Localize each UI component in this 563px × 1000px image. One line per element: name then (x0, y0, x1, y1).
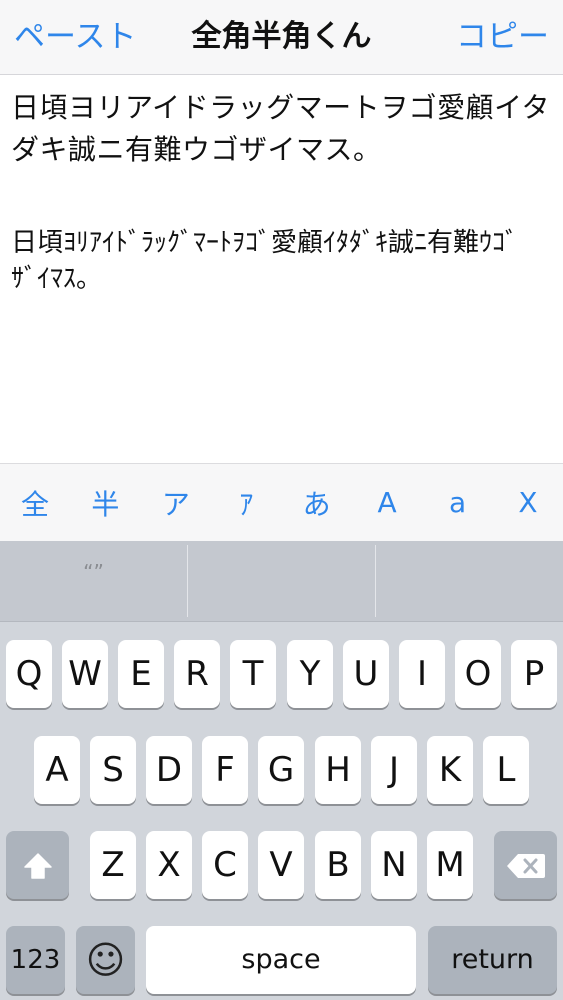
convert-fullwidth-button[interactable]: 全 (10, 483, 60, 523)
key-w[interactable]: W (62, 640, 108, 708)
text-editor[interactable]: 日頃ヨリアイドラッグマートヲゴ愛顧イタダキ誠ニ有難ウゴザイマス。 日頃ﾖﾘｱｲﾄ… (0, 75, 563, 463)
key-n[interactable]: N (371, 831, 417, 899)
copy-button[interactable]: コピー (456, 0, 549, 74)
convert-halfwidth-katakana-button[interactable]: ｱ (221, 483, 271, 523)
keyboard: “” Q W E R T Y U I O P A S D F G H J K L (0, 541, 563, 1000)
key-a[interactable]: A (34, 736, 80, 804)
key-v[interactable]: V (258, 831, 304, 899)
convert-hiragana-button[interactable]: あ (292, 483, 342, 523)
emoji-key[interactable]: ☺ (76, 926, 135, 994)
return-key[interactable]: return (428, 926, 557, 994)
key-i[interactable]: I (399, 640, 445, 708)
full-width-text[interactable]: 日頃ヨリアイドラッグマートヲゴ愛顧イタダキ誠ニ有難ウゴザイマス。 (11, 87, 556, 171)
key-e[interactable]: E (118, 640, 164, 708)
key-j[interactable]: J (371, 736, 417, 804)
key-z[interactable]: Z (90, 831, 136, 899)
clear-button[interactable]: X (503, 486, 553, 519)
delete-key[interactable] (494, 831, 557, 899)
key-b[interactable]: B (315, 831, 361, 899)
key-g[interactable]: G (258, 736, 304, 804)
key-q[interactable]: Q (6, 640, 52, 708)
key-k[interactable]: K (427, 736, 473, 804)
key-r[interactable]: R (174, 640, 220, 708)
suggestion-bar: “” (0, 541, 563, 622)
convert-fullwidth-katakana-button[interactable]: ア (151, 483, 201, 523)
key-f[interactable]: F (202, 736, 248, 804)
key-h[interactable]: H (315, 736, 361, 804)
numbers-key[interactable]: 123 (6, 926, 65, 994)
navigation-bar: ペースト 全角半角くん コピー (0, 0, 563, 75)
key-x[interactable]: X (146, 831, 192, 899)
emoji-icon: ☺ (85, 938, 126, 982)
shift-arrow-icon (23, 852, 52, 879)
key-d[interactable]: D (146, 736, 192, 804)
key-s[interactable]: S (90, 736, 136, 804)
backspace-icon (506, 853, 545, 878)
convert-halfwidth-button[interactable]: 半 (80, 483, 130, 523)
key-u[interactable]: U (343, 640, 389, 708)
key-t[interactable]: T (230, 640, 276, 708)
key-o[interactable]: O (455, 640, 501, 708)
app-screen: ペースト 全角半角くん コピー 日頃ヨリアイドラッグマートヲゴ愛顧イタダキ誠ニ有… (0, 0, 563, 1000)
space-key[interactable]: space (146, 926, 416, 994)
convert-uppercase-button[interactable]: A (362, 486, 412, 519)
key-p[interactable]: P (511, 640, 557, 708)
key-m[interactable]: M (427, 831, 473, 899)
key-y[interactable]: Y (287, 640, 333, 708)
half-width-text[interactable]: 日頃ﾖﾘｱｲﾄﾞﾗｯｸﾞﾏｰﾄｦｺﾞ愛顧ｲﾀﾀﾞｷ誠ﾆ有難ｳｺﾞｻﾞｲﾏｽ。 (11, 225, 541, 297)
suggestion-item[interactable] (376, 541, 563, 621)
convert-lowercase-button[interactable]: a (433, 486, 483, 519)
key-c[interactable]: C (202, 831, 248, 899)
suggestion-item[interactable]: “” (0, 541, 187, 621)
suggestion-item[interactable] (188, 541, 375, 621)
key-l[interactable]: L (483, 736, 529, 804)
conversion-toolbar: 全 半 ア ｱ あ A a X (0, 463, 563, 541)
shift-key[interactable] (6, 831, 69, 899)
